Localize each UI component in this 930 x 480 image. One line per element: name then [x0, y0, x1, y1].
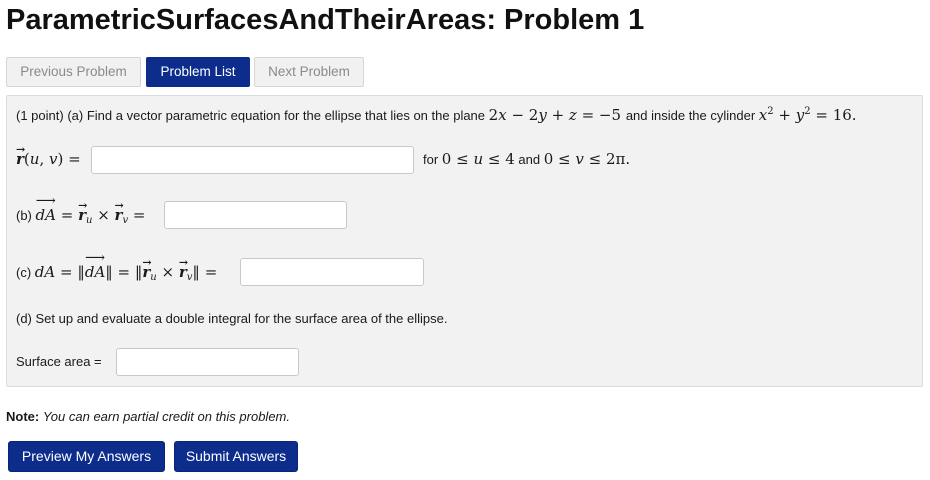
part-a-text: Find a vector parametric equation for th…	[86, 108, 486, 123]
r-uv-expression: r(u, v) =	[16, 142, 81, 168]
note-label: Note:	[6, 409, 40, 424]
next-problem-button[interactable]: Next Problem	[254, 57, 364, 87]
submit-answers-button[interactable]: Submit Answers	[174, 441, 298, 472]
domain-and: and	[518, 152, 541, 167]
problem-list-button[interactable]: Problem List	[146, 57, 250, 87]
webwork-problem-page: ParametricSurfacesAndTheirAreas: Problem…	[0, 0, 930, 480]
problem-body: (1 point) (a) Find a vector parametric e…	[6, 95, 923, 387]
cylinder-equation: x2 + y2 = 16.	[758, 106, 857, 124]
dA-scalar-input[interactable]	[240, 258, 424, 286]
part-b-label: (b)	[16, 208, 32, 223]
part-a-statement: (1 point) (a) Find a vector parametric e…	[16, 107, 857, 124]
part-b-expression: dA = ru × rv =	[34, 193, 145, 226]
v-range: 0 ≤ v ≤ 2π.	[543, 150, 631, 168]
r-uv-input[interactable]	[91, 146, 414, 174]
u-range: 0 ≤ u ≤ 4	[441, 150, 515, 168]
r-uv-label: r(u, v) =	[16, 142, 81, 168]
part-a-text-cylinder: and inside the cylinder	[625, 108, 756, 123]
page-title: ParametricSurfacesAndTheirAreas: Problem…	[6, 4, 645, 36]
part-b-line: (b) dA = ru × rv =	[16, 193, 145, 226]
part-c-label: (c)	[16, 265, 32, 280]
part-c-line: (c) dA = ‖dA‖ = ‖ru × rv‖ =	[16, 250, 217, 283]
surface-area-label: Surface area =	[16, 354, 102, 369]
plane-equation: 2x − 2y + z = −5	[488, 106, 626, 124]
points-label: (1 point)	[16, 108, 64, 123]
part-d-statement: (d) Set up and evaluate a double integra…	[16, 311, 448, 326]
surface-area-input[interactable]	[116, 348, 299, 376]
part-a-label: (a)	[67, 108, 84, 123]
partial-credit-note: Note: You can earn partial credit on thi…	[6, 409, 290, 425]
domain-prefix: for	[423, 152, 439, 167]
preview-answers-button[interactable]: Preview My Answers	[8, 441, 165, 472]
parameter-domain: for 0 ≤ u ≤ 4 and 0 ≤ v ≤ 2π.	[423, 151, 630, 168]
previous-problem-button[interactable]: Previous Problem	[6, 57, 141, 87]
dA-vector-input[interactable]	[164, 201, 347, 229]
part-c-expression: dA = ‖dA‖ = ‖ru × rv‖ =	[35, 250, 217, 283]
note-text: You can earn partial credit on this prob…	[42, 409, 290, 424]
